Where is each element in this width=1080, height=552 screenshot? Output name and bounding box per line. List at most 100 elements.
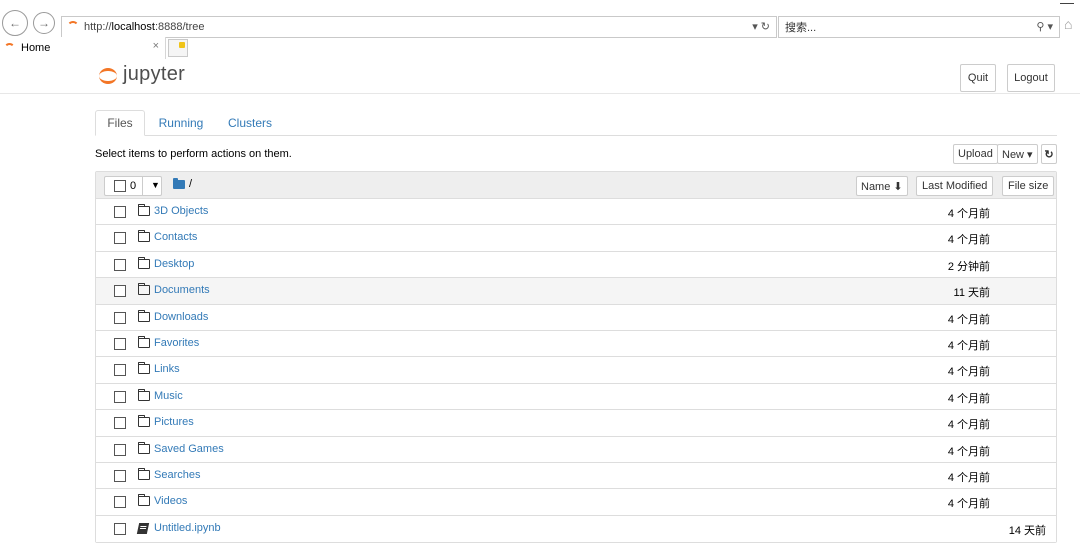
refresh-dropdown-icon[interactable]: ▾ ↻	[752, 20, 770, 33]
back-arrow-icon: ←	[9, 16, 21, 30]
tab-clusters[interactable]: Clusters	[221, 110, 279, 136]
list-item[interactable]: Untitled.ipynb 14 天前	[96, 515, 1056, 543]
list-item[interactable]: Videos 4 个月前	[96, 489, 1056, 516]
sort-by-name-button[interactable]: Name ⬇	[856, 176, 908, 196]
refresh-icon[interactable]: ↻	[1041, 144, 1057, 164]
item-name-link[interactable]: 3D Objects	[154, 205, 208, 217]
toolbar-hint: Select items to perform actions on them.	[95, 148, 292, 160]
jupyter-logo[interactable]: jupyter	[99, 63, 185, 86]
item-last-modified: 14 天前	[1008, 524, 1046, 537]
caret-down-icon[interactable]: ▼	[151, 180, 160, 190]
sort-by-modified-button[interactable]: Last Modified	[916, 176, 994, 196]
back-button[interactable]: ←	[2, 10, 28, 36]
item-checkbox[interactable]	[114, 443, 126, 456]
tab-running[interactable]: Running	[153, 110, 209, 136]
list-item[interactable]: Contacts 4 个月前	[96, 225, 1056, 252]
item-last-modified: 4 个月前	[947, 208, 990, 220]
forward-arrow-icon: →	[38, 16, 50, 30]
logout-button[interactable]: Logout	[1007, 64, 1055, 92]
item-name-link[interactable]: Favorites	[154, 337, 199, 349]
item-name-link[interactable]: Searches	[154, 469, 200, 481]
item-last-modified: 4 个月前	[947, 366, 990, 379]
item-checkbox[interactable]	[114, 522, 126, 535]
sort-by-size-button[interactable]: File size	[1002, 176, 1055, 196]
item-name-link[interactable]: Contacts	[154, 231, 197, 243]
folder-icon	[138, 230, 150, 243]
item-last-modified: 4 个月前	[947, 392, 990, 405]
browser-search-input[interactable]: 搜索... ⚲ ▾	[778, 16, 1060, 38]
item-name-link[interactable]: Videos	[154, 495, 187, 507]
browser-toolbar: — ← → http://localhost:8888/tree ▾ ↻ 搜索.…	[0, 0, 1080, 38]
quit-button[interactable]: Quit	[960, 64, 996, 92]
file-list: 0 ▼ / Name ⬇ Last Modified File size 3D …	[95, 171, 1057, 544]
new-tab-button[interactable]	[168, 39, 188, 57]
breadcrumb-path[interactable]: /	[189, 178, 192, 190]
select-all-dropdown[interactable]: 0 ▼	[104, 176, 162, 196]
folder-icon	[138, 335, 150, 348]
item-last-modified: 2 分钟前	[947, 260, 990, 273]
new-dropdown-button[interactable]: New ▾	[997, 144, 1038, 164]
item-name-link[interactable]: Links	[154, 363, 180, 375]
item-name-link[interactable]: Untitled.ipynb	[154, 522, 221, 534]
upload-button[interactable]: Upload	[953, 144, 998, 164]
search-icon[interactable]: ⚲ ▾	[1036, 20, 1053, 33]
forward-button[interactable]: →	[33, 12, 55, 34]
search-placeholder: 搜索...	[785, 22, 817, 34]
list-item[interactable]: Documents 11 天前	[96, 278, 1056, 305]
folder-icon	[138, 309, 150, 322]
item-last-modified: 4 个月前	[947, 339, 990, 352]
list-item[interactable]: Pictures 4 个月前	[96, 410, 1056, 437]
list-item[interactable]: Favorites 4 个月前	[96, 330, 1056, 358]
folder-icon	[138, 441, 150, 454]
item-name-link[interactable]: Desktop	[154, 258, 194, 270]
jupyter-favicon-icon	[67, 21, 79, 33]
list-item[interactable]: Links 4 个月前	[96, 357, 1056, 384]
folder-icon	[138, 467, 150, 480]
list-item[interactable]: Downloads 4 个月前	[96, 304, 1056, 331]
item-last-modified: 4 个月前	[947, 234, 990, 247]
item-checkbox[interactable]	[114, 337, 126, 350]
breadcrumb[interactable]: /	[173, 177, 192, 190]
item-checkbox[interactable]	[114, 285, 126, 298]
item-checkbox[interactable]	[114, 496, 126, 509]
item-checkbox[interactable]	[114, 469, 126, 482]
close-tab-icon[interactable]: ×	[153, 40, 159, 52]
file-list-body: 3D Objects 4 个月前 Contacts 4 个月前 Desktop 2 分钟前…	[96, 199, 1056, 543]
item-checkbox[interactable]	[114, 417, 126, 430]
minimize-button[interactable]: —	[1060, 0, 1074, 10]
tab-files[interactable]: Files	[95, 110, 145, 136]
notebook-icon	[136, 522, 150, 534]
item-name-link[interactable]: Pictures	[154, 416, 194, 428]
list-item[interactable]: Desktop 2 分钟前	[96, 251, 1056, 279]
folder-icon	[138, 388, 150, 401]
list-item[interactable]: 3D Objects 4 个月前	[96, 199, 1056, 226]
jupyter-logo-icon	[99, 66, 117, 84]
folder-icon	[138, 415, 150, 428]
item-name-link[interactable]: Downloads	[154, 311, 208, 323]
folder-icon	[173, 177, 185, 189]
jupyter-favicon-icon	[4, 42, 15, 54]
folder-icon	[138, 283, 150, 296]
list-item[interactable]: Music 4 个月前	[96, 383, 1056, 411]
item-checkbox[interactable]	[114, 364, 126, 377]
item-name-link[interactable]: Music	[154, 390, 183, 402]
address-url[interactable]: http://localhost:8888/tree	[84, 21, 205, 33]
item-last-modified: 4 个月前	[947, 498, 990, 511]
item-checkbox[interactable]	[114, 311, 126, 324]
item-name-link[interactable]: Saved Games	[154, 443, 224, 455]
select-all-checkbox[interactable]	[114, 180, 126, 192]
list-item[interactable]: Saved Games 4 个月前	[96, 436, 1056, 463]
list-item[interactable]: Searches 4 个月前	[96, 462, 1056, 490]
file-toolbar: Select items to perform actions on them.…	[95, 144, 1057, 166]
dashboard-tabs: Files Running Clusters	[95, 110, 1057, 136]
selected-count: 0	[130, 180, 137, 192]
browser-tab-home[interactable]: Home ×	[0, 37, 166, 59]
item-checkbox[interactable]	[114, 258, 126, 271]
folder-icon	[138, 494, 150, 507]
address-bar[interactable]: http://localhost:8888/tree ▾ ↻	[61, 16, 777, 38]
item-checkbox[interactable]	[114, 232, 126, 245]
item-checkbox[interactable]	[114, 390, 126, 403]
item-checkbox[interactable]	[114, 206, 126, 218]
home-icon[interactable]: ⌂	[1064, 16, 1072, 32]
item-name-link[interactable]: Documents	[154, 284, 210, 296]
